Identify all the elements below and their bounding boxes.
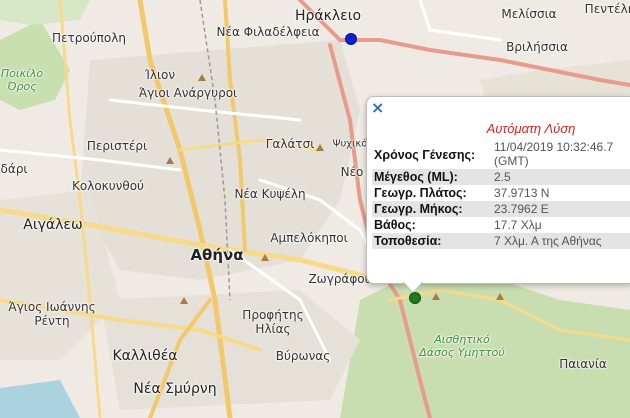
- magnitude-label: Μέγεθος (ML):: [372, 169, 492, 185]
- label-nea-filadelfeia: Νέα Φιλαδέλφεια: [216, 25, 320, 39]
- label-ampelokipoi: Αμπελόκηποι: [270, 231, 348, 245]
- label-galatsi: Γαλάτσι: [265, 137, 315, 151]
- popup-title: Αυτόματη Λύση: [486, 121, 576, 136]
- table-row: Μέγεθος (ML): 2.5: [372, 169, 630, 185]
- label-psychiko: Ψυχικό: [332, 138, 368, 150]
- blue-marker[interactable]: [345, 33, 357, 45]
- location-label: Τοποθεσία:: [372, 233, 492, 249]
- latitude-label: Γεωγρ. Πλάτος:: [374, 186, 467, 200]
- green-marker[interactable]: [409, 292, 421, 304]
- label-profitis-ilias: Προφήτης Ηλίας: [242, 308, 304, 336]
- label-kolokynthou: Κολοκυνθού: [72, 179, 144, 193]
- popup-pointer: [403, 281, 423, 292]
- label-vyronas: Βύρωνας: [275, 349, 331, 363]
- label-aisthitiko-dasos: Αισθητικό Δάσος Υμηττού: [419, 333, 505, 359]
- depth-value: 17.7 Χλμ: [494, 218, 542, 232]
- depth-label: Βάθος:: [374, 218, 416, 232]
- label-idari: ϊδάρι: [0, 162, 28, 176]
- table-row: Γεωγρ. Πλάτος: 37.9713 N: [372, 185, 630, 201]
- longitude-label: Γεωγρ. Μήκος:: [372, 201, 492, 217]
- earthquake-popup: × Αυτόματη Λύση Χρόνος Γένεσης: 11/04/20…: [366, 96, 630, 284]
- label-agios-ioannis-renti: Άγιος Ιωάννης Ρέντη: [8, 300, 96, 328]
- location-value: 7 Χλμ. Α της Αθήνας: [492, 233, 630, 249]
- label-poikilo-oros: Ποικίλο Όρος: [0, 67, 44, 93]
- label-penteli: Πεντέλη: [584, 2, 630, 16]
- label-vrilissia: Βριλήσσια: [506, 40, 568, 54]
- table-row: Γεωγρ. Μήκος: 23.7962 E: [372, 201, 630, 217]
- label-peristeri: Περιστέρι: [86, 139, 148, 153]
- label-ilion: Ίλιον: [144, 68, 176, 82]
- latitude-value: 37.9713 N: [494, 186, 550, 200]
- table-row: Βάθος: 17.7 Χλμ: [372, 217, 630, 233]
- table-row: Τοποθεσία: 7 Χλμ. Α της Αθήνας: [372, 233, 630, 249]
- label-athina: Αθήνα: [190, 246, 244, 264]
- label-neo: Νέο: [340, 165, 364, 179]
- table-row: Χρόνος Γένεσης: 11/04/2019 10:32:46.7 (G…: [372, 139, 630, 169]
- map[interactable]: Ηράκλειο Μελίσσια Πεντέλη Πετρούπολη Νέα…: [0, 0, 630, 418]
- info-table: Χρόνος Γένεσης: 11/04/2019 10:32:46.7 (G…: [372, 139, 630, 249]
- longitude-value: 23.7962 E: [492, 201, 630, 217]
- label-nea-kypseli: Νέα Κυψέλη: [234, 187, 306, 201]
- magnitude-value: 2.5: [492, 169, 630, 185]
- origin-time-value: 11/04/2019 10:32:46.7 (GMT): [494, 140, 614, 168]
- label-melissia: Μελίσσια: [501, 7, 557, 21]
- close-icon[interactable]: ×: [371, 100, 384, 116]
- label-zografou: Ζωγράφου: [308, 272, 372, 286]
- label-nea-smyrni: Νέα Σμύρνη: [133, 381, 217, 397]
- label-agioi-anargyroi: Άγιοι Ανάργυροι: [138, 86, 238, 100]
- label-petroupoli: Πετρούπολη: [52, 31, 126, 45]
- label-irakleio: Ηράκλειο: [294, 8, 362, 24]
- label-paiania: Παιανία: [559, 357, 607, 371]
- label-kallithea: Καλλιθέα: [112, 348, 178, 364]
- origin-time-label: Χρόνος Γένεσης:: [374, 148, 476, 162]
- label-aigaleo: Αιγάλεω: [23, 217, 83, 233]
